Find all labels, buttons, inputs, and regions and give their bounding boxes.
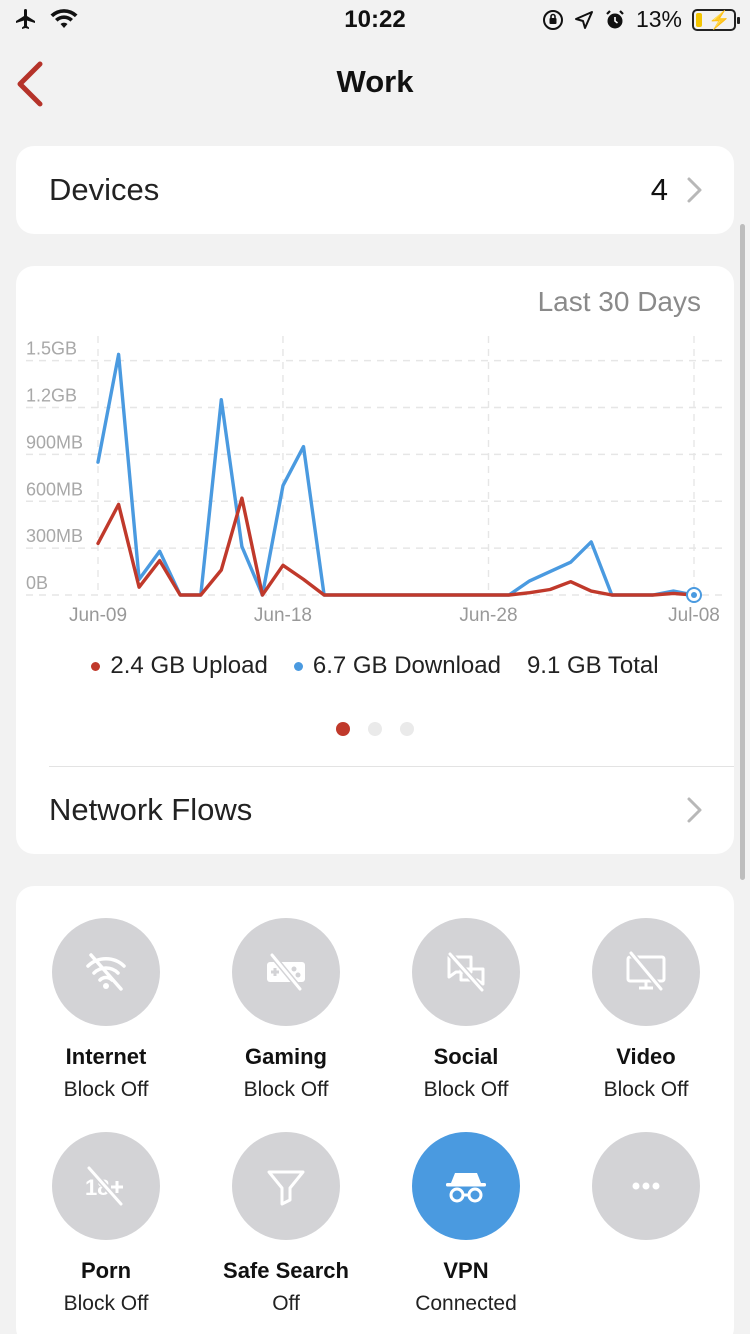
status-bar: 10:22 13% ⚡	[0, 0, 750, 40]
download-dot	[293, 661, 303, 671]
usage-chart[interactable]: 0B 300MB 600MB 900MB 1.2GB 1.5GB Jun-09 Jun-18 J…	[16, 336, 734, 636]
y-tick-label: 900MB	[26, 432, 83, 452]
location-icon	[574, 10, 593, 29]
alarm-icon	[606, 9, 624, 28]
rule-safe-search[interactable]: Safe Search Off	[196, 1132, 376, 1316]
rule-name: VPN	[443, 1258, 489, 1283]
page-indicator[interactable]	[16, 722, 734, 736]
rule-internet-circle[interactable]	[52, 918, 160, 1026]
rule-more-circle[interactable]	[592, 1132, 700, 1240]
y-tick-label: 0B	[26, 573, 48, 593]
monitor-off-icon	[626, 951, 666, 991]
rules-grid-card: Internet Block Off Gaming Block Off Soci…	[16, 886, 734, 1334]
rule-porn[interactable]: 18 Porn Block Off	[16, 1132, 196, 1316]
rule-more[interactable]	[556, 1132, 736, 1292]
rule-video-circle[interactable]	[592, 918, 700, 1026]
rule-state: Block Off	[243, 1078, 329, 1101]
legend-upload: 2.4 GB Upload	[91, 652, 268, 680]
rule-name: Safe Search	[223, 1258, 349, 1283]
status-right: 13% ⚡	[542, 6, 740, 33]
filter-icon	[267, 1170, 305, 1206]
page-dot-2[interactable]	[368, 722, 382, 736]
chevron-right-icon	[687, 797, 702, 823]
chevron-right-icon	[687, 177, 702, 203]
rule-gaming[interactable]: Gaming Block Off	[196, 918, 376, 1102]
rule-state: Connected	[415, 1292, 517, 1315]
devices-label: Devices	[49, 172, 160, 207]
chart-period-label: Last 30 Days	[537, 286, 701, 317]
rule-state: Block Off	[423, 1078, 509, 1101]
rule-porn-circle[interactable]: 18	[52, 1132, 160, 1240]
network-flows-label: Network Flows	[49, 792, 253, 827]
chat-off-icon	[447, 952, 485, 992]
chart-legend: 2.4 GB Upload 6.7 GB Download 9.1 GB Tot…	[16, 652, 734, 680]
rule-safe-search-circle[interactable]	[232, 1132, 340, 1240]
rule-state: Off	[272, 1292, 300, 1315]
y-tick-label: 600MB	[26, 479, 83, 499]
rule-vpn[interactable]: VPN Connected	[376, 1132, 556, 1316]
wifi-off-icon	[86, 953, 126, 991]
y-tick-label: 1.5GB	[26, 339, 77, 359]
rule-name: Social	[433, 1044, 499, 1069]
chart-end-marker-dot	[691, 592, 697, 598]
x-tick-label: Jun-28	[459, 605, 517, 626]
upload-dot	[91, 661, 101, 671]
rule-gaming-circle[interactable]	[232, 918, 340, 1026]
nav-bar: Work	[0, 40, 750, 128]
rule-video[interactable]: Video Block Off	[556, 918, 736, 1102]
gamepad-off-icon	[267, 953, 305, 991]
rule-state: Block Off	[63, 1292, 149, 1315]
rule-name: Gaming	[245, 1044, 327, 1069]
battery-percent: 13%	[635, 6, 682, 32]
y-tick-label: 300MB	[26, 526, 83, 546]
page-title: Work	[336, 64, 414, 99]
devices-row[interactable]: Devices 4	[16, 146, 734, 234]
y-tick-label: 1.2GB	[26, 386, 77, 406]
rule-state: Block Off	[63, 1078, 149, 1101]
rule-social-circle[interactable]	[412, 918, 520, 1026]
legend-download-label: 6.7 GB Download	[312, 652, 501, 679]
scrollbar[interactable]	[740, 224, 745, 880]
legend-total-label: 9.1 GB Total	[526, 652, 659, 679]
divider	[49, 766, 734, 767]
x-tick-label: Jun-09	[69, 605, 127, 626]
more-icon	[632, 1182, 660, 1190]
battery-icon: ⚡	[692, 8, 740, 31]
x-tick-label: Jun-18	[254, 605, 312, 626]
usage-chart-card: Last 30 Days 0B 300MB 600MB 900MB 1.2GB 1.5GB…	[16, 266, 734, 854]
series-line-download	[96, 352, 696, 597]
rule-vpn-circle[interactable]	[412, 1132, 520, 1240]
legend-upload-label: 2.4 GB Upload	[110, 652, 268, 679]
legend-total: 9.1 GB Total	[527, 652, 659, 680]
rule-name: Porn	[80, 1258, 132, 1283]
orientation-lock-icon	[542, 9, 563, 30]
page-dot-1[interactable]	[336, 722, 350, 736]
rule-social[interactable]: Social Block Off	[376, 918, 556, 1102]
rule-state: Block Off	[603, 1078, 689, 1101]
devices-count: 4	[650, 172, 668, 207]
page-dot-3[interactable]	[400, 722, 414, 736]
18plus-off-icon: 18	[85, 1166, 124, 1206]
rule-name: Video	[616, 1044, 676, 1069]
rule-internet[interactable]: Internet Block Off	[16, 918, 196, 1102]
charging-bolt-icon: ⚡	[708, 9, 731, 30]
rule-name: Internet	[65, 1044, 147, 1069]
x-tick-label: Jul-08	[668, 605, 720, 626]
legend-download: 6.7 GB Download	[293, 652, 501, 680]
rule-name	[556, 1258, 736, 1286]
incognito-icon	[446, 1173, 486, 1203]
